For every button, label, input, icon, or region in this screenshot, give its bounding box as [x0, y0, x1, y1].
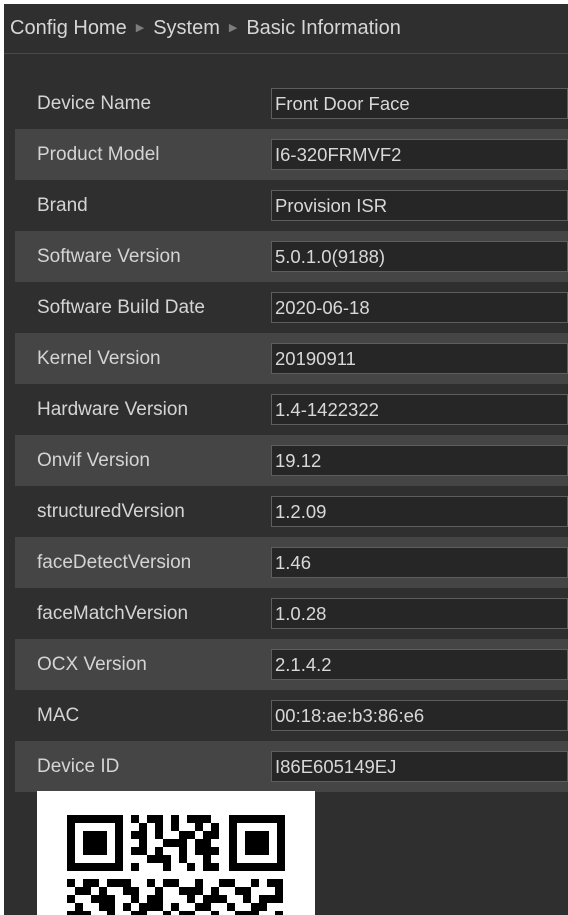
product-model-field: I6-320FRMVF2 — [271, 139, 568, 170]
face-detect-version-field: 1.46 — [271, 547, 568, 578]
info-label: MAC — [37, 704, 80, 726]
info-row-face-detect-version: faceDetectVersion 1.46 — [15, 537, 568, 588]
breadcrumb: Config Home ▶ System ▶ Basic Information — [4, 4, 568, 54]
triangle-right-icon: ▶ — [228, 22, 238, 34]
info-label: structuredVersion — [37, 500, 185, 522]
info-label: Onvif Version — [37, 449, 150, 471]
info-table: Device Name Front Door Face Product Mode… — [15, 78, 568, 792]
info-label: OCX Version — [37, 653, 147, 675]
info-label: Software Version — [37, 245, 181, 267]
info-row-software-version: Software Version 5.0.1.0(9188) — [15, 231, 568, 282]
ocx-version-field: 2.1.4.2 — [271, 649, 568, 680]
info-label: Brand — [37, 194, 88, 216]
info-label: Device ID — [37, 755, 120, 777]
info-label: faceDetectVersion — [37, 551, 192, 573]
info-row-structured-version: structuredVersion 1.2.09 — [15, 486, 568, 537]
breadcrumb-basic-information: Basic Information — [246, 17, 401, 39]
info-label: faceMatchVersion — [37, 602, 189, 624]
software-build-date-field: 2020-06-18 — [271, 292, 568, 323]
info-row-face-match-version: faceMatchVersion 1.0.28 — [15, 588, 568, 639]
info-row-device-name: Device Name Front Door Face — [15, 78, 568, 129]
info-label: Hardware Version — [37, 398, 189, 420]
software-version-field: 5.0.1.0(9188) — [271, 241, 568, 272]
device-name-field[interactable]: Front Door Face — [271, 88, 568, 119]
breadcrumb-config-home[interactable]: Config Home — [10, 17, 127, 40]
device-id-field: I86E605149EJ — [271, 751, 568, 782]
info-row-mac: MAC 00:18:ae:b3:86:e6 — [15, 690, 568, 741]
info-row-kernel-version: Kernel Version 20190911 — [15, 333, 568, 384]
structured-version-field: 1.2.09 — [271, 496, 568, 527]
qr-code-icon — [37, 791, 315, 915]
hardware-version-field: 1.4-1422322 — [271, 394, 568, 425]
info-label: Product Model — [37, 143, 160, 165]
info-row-ocx-version: OCX Version 2.1.4.2 — [15, 639, 568, 690]
info-label: Software Build Date — [37, 296, 205, 318]
info-label: Device Name — [37, 92, 152, 114]
onvif-version-field: 19.12 — [271, 445, 568, 476]
basic-information-panel: Config Home ▶ System ▶ Basic Information… — [4, 4, 568, 915]
info-row-device-id: Device ID I86E605149EJ — [15, 741, 568, 792]
kernel-version-field: 20190911 — [271, 343, 568, 374]
mac-field: 00:18:ae:b3:86:e6 — [271, 700, 568, 731]
info-row-onvif-version: Onvif Version 19.12 — [15, 435, 568, 486]
info-row-hardware-version: Hardware Version 1.4-1422322 — [15, 384, 568, 435]
face-match-version-field: 1.0.28 — [271, 598, 568, 629]
info-row-software-build-date: Software Build Date 2020-06-18 — [15, 282, 568, 333]
info-row-product-model: Product Model I6-320FRMVF2 — [15, 129, 568, 180]
brand-field: Provision ISR — [271, 190, 568, 221]
info-label: Kernel Version — [37, 347, 161, 369]
triangle-right-icon: ▶ — [135, 22, 145, 34]
breadcrumb-system[interactable]: System — [153, 17, 220, 40]
info-row-brand: Brand Provision ISR — [15, 180, 568, 231]
